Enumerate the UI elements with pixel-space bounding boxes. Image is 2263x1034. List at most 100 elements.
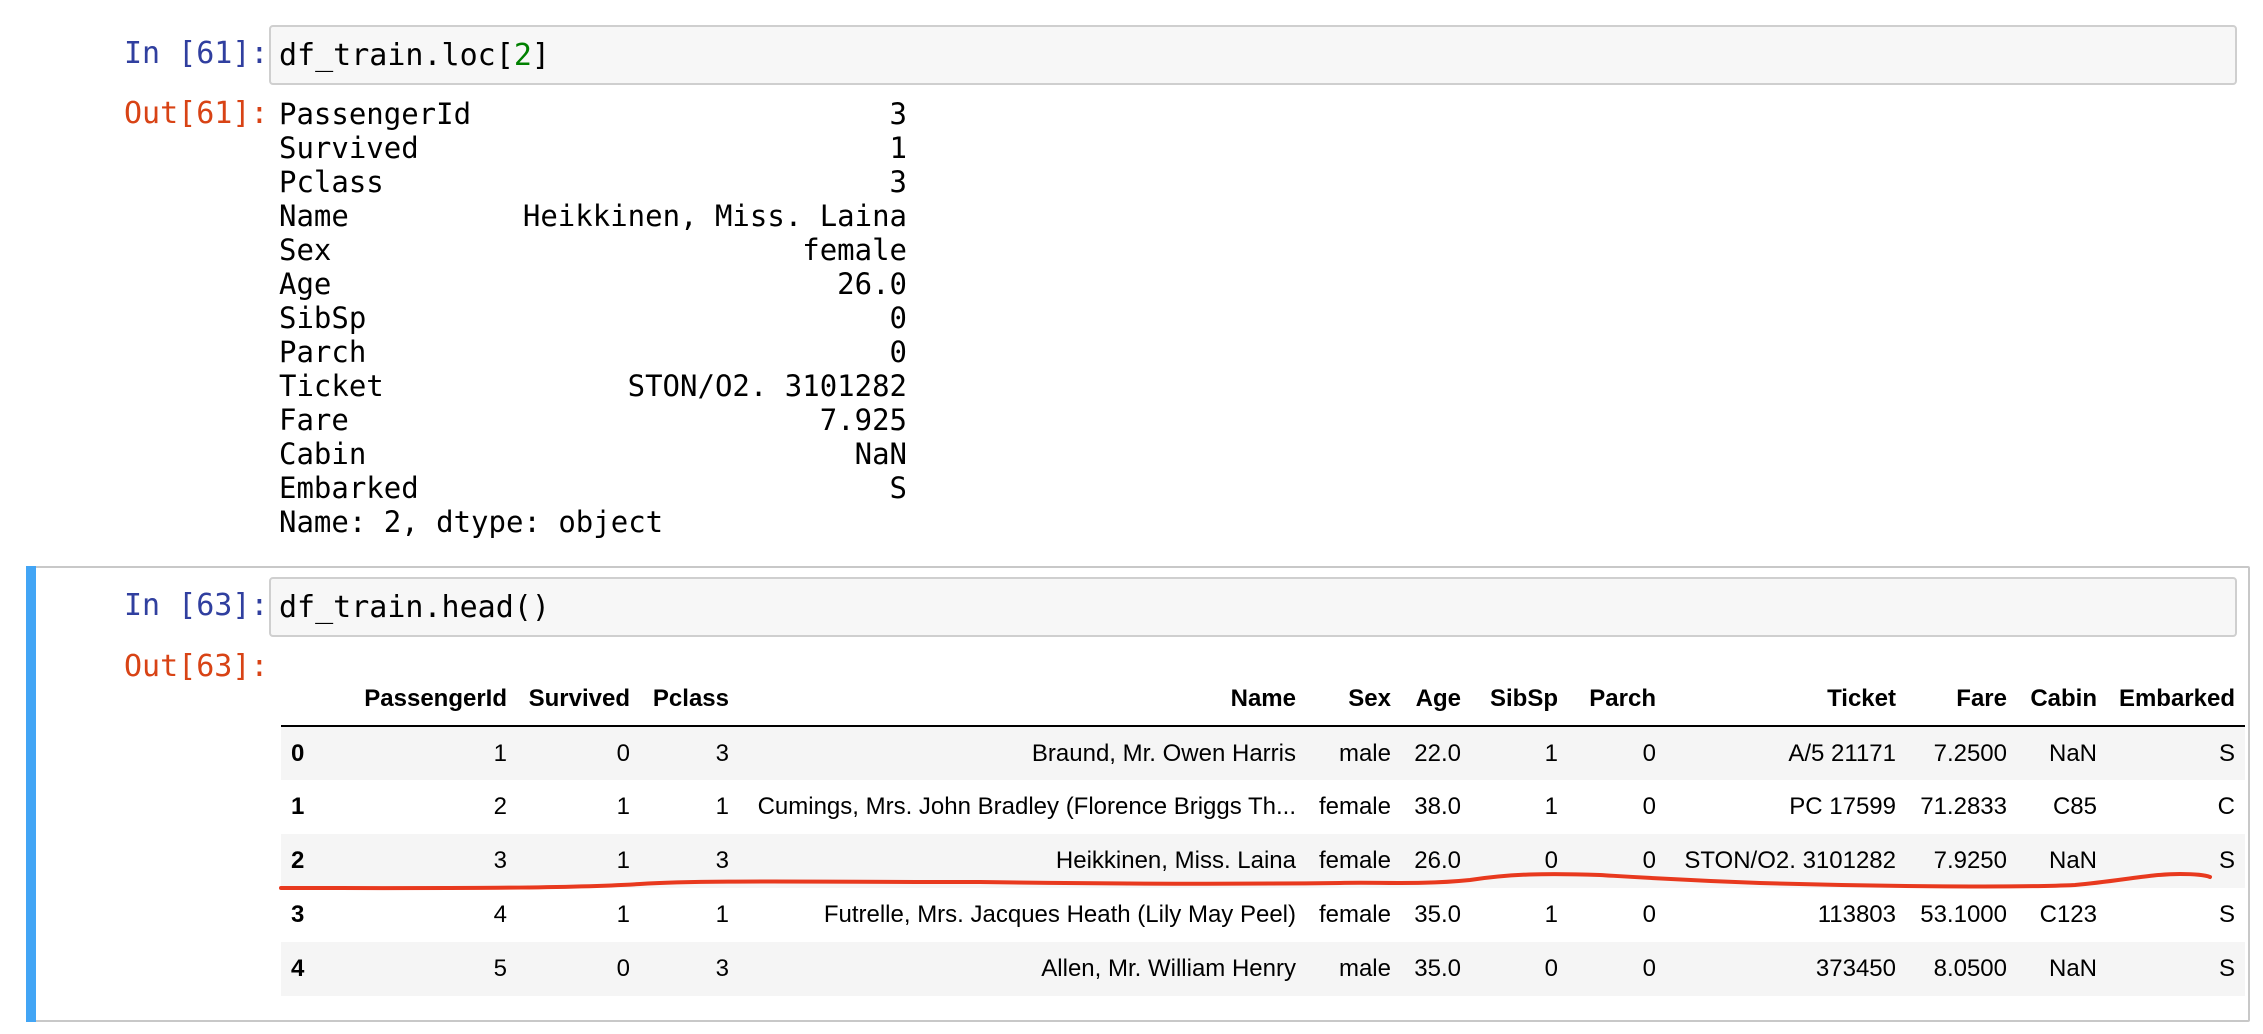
series-key: Cabin (279, 437, 367, 471)
table-cell: Futrelle, Mrs. Jacques Heath (Lily May P… (823, 901, 1296, 928)
table-cell: 0 (616, 955, 630, 982)
series-row: Fare 7.925 (279, 403, 907, 437)
column-header: Cabin (2017, 673, 2107, 727)
series-value: 0 (889, 335, 907, 369)
table-body: 0 1 0 3 Braund, Mr. Owen Harris male 22.0 1 0 A/5… (281, 726, 2245, 996)
table-cell: 113803 (1817, 901, 1896, 928)
table-cell: 0 (1642, 901, 1656, 928)
series-key: Sex (279, 233, 332, 267)
code-input-63[interactable]: df_train.head() (269, 577, 2237, 637)
dataframe-table: PassengerId Survived Pclass Name Sex Age SibSp… (281, 673, 2245, 996)
table-cell: Cumings, Mrs. John Bradley (Florence Bri… (757, 793, 1296, 820)
table-cell: 0 (1642, 739, 1656, 767)
table-cell: 1 (1544, 793, 1558, 820)
series-row: Embarked S (279, 471, 907, 505)
table-cell: 71.2833 (1920, 793, 2007, 820)
series-value: 0 (889, 301, 907, 335)
table-cell: C85 (2052, 793, 2097, 820)
column-header: Sex (1306, 673, 1401, 727)
table-cell: 0 (1544, 847, 1558, 874)
table-cell: 7.9250 (1933, 847, 2007, 874)
table-cell: 0 (616, 739, 630, 767)
column-header: Age (1401, 673, 1471, 727)
table-row: 1 2 1 1 Cumings, Mrs. John Bradley (Florence… (281, 780, 2245, 834)
series-row: Parch 0 (279, 335, 907, 369)
input-prompt-63: In [63]: (124, 588, 269, 623)
code-prefix: df_train.loc[ (279, 38, 514, 73)
table-cell: 3 (493, 847, 507, 874)
table-cell: 373450 (1815, 955, 1896, 982)
column-header: Pclass (640, 673, 739, 727)
table-cell: 26.0 (1414, 847, 1461, 874)
series-value: female (802, 233, 907, 267)
table-cell: 3 (715, 847, 729, 874)
table-cell: 1 (1544, 901, 1558, 928)
series-key: Embarked (279, 471, 419, 505)
column-header: Parch (1568, 673, 1666, 727)
table-cell: NaN (2048, 739, 2097, 767)
table-row: 2 3 1 3 Heikkinen, Miss. Laina female 26.0 0 0 ST… (281, 834, 2245, 888)
series-value: 3 (889, 165, 907, 199)
row-index: 4 (291, 955, 305, 982)
series-output: PassengerId 3 Survived 1 Pclass 3 Name Heikkine… (279, 97, 907, 539)
series-key: Parch (279, 335, 367, 369)
series-key: Ticket (279, 369, 384, 403)
series-row: Name Heikkinen, Miss. Laina (279, 199, 907, 233)
row-index: 2 (291, 847, 305, 874)
table-cell: 5 (493, 955, 507, 982)
table-cell: 35.0 (1414, 955, 1461, 982)
column-header: Survived (517, 673, 640, 727)
series-key: Name (279, 199, 349, 233)
table-cell: PC 17599 (1789, 793, 1896, 820)
table-cell: C123 (2039, 901, 2097, 928)
series-key: PassengerId (279, 97, 472, 131)
series-key: SibSp (279, 301, 367, 335)
table-row: 4 5 0 3 Allen, Mr. William Henry male 35.0 0 0 37… (281, 942, 2245, 996)
table-cell: 1 (616, 847, 630, 874)
column-header: PassengerId (322, 673, 517, 727)
table-cell: STON/O2. 3101282 (1684, 847, 1896, 874)
series-row: Sex female (279, 233, 907, 267)
output-prompt-61: Out[61]: (124, 96, 269, 131)
column-header (281, 673, 322, 727)
table-cell: male (1338, 739, 1391, 767)
series-row: Pclass 3 (279, 165, 907, 199)
series-key: Age (279, 267, 332, 301)
table-cell: 0 (1642, 793, 1656, 820)
code-input-61[interactable]: df_train.loc[2] (269, 25, 2237, 85)
column-header: SibSp (1471, 673, 1568, 727)
table-cell: NaN (2048, 847, 2097, 874)
code-number: 2 (513, 38, 532, 73)
series-footer: Name: 2, dtype: object (279, 505, 664, 539)
table-cell: Braund, Mr. Owen Harris (1031, 739, 1296, 767)
notebook: In [61]: df_train.loc[2] Out[61]: Passen… (0, 0, 2263, 1034)
table-cell: 3 (715, 955, 729, 982)
series-value: 1 (889, 131, 907, 165)
table-cell: 1 (616, 793, 630, 820)
table-cell: 1 (715, 793, 729, 820)
table-header-row: PassengerId Survived Pclass Name Sex Age SibSp… (281, 673, 2245, 727)
table-cell: 0 (1544, 955, 1558, 982)
column-header: Fare (1906, 673, 2017, 727)
series-row: SibSp 0 (279, 301, 907, 335)
series-value: S (889, 471, 907, 505)
series-value: STON/O2. 3101282 (627, 369, 907, 403)
column-header: Ticket (1666, 673, 1906, 727)
series-row: Age 26.0 (279, 267, 907, 301)
table-cell: male (1338, 955, 1391, 982)
table-cell: 3 (715, 739, 729, 767)
table-cell: 35.0 (1414, 901, 1461, 928)
table-cell: 38.0 (1414, 793, 1461, 820)
table-cell: 0 (1642, 955, 1656, 982)
series-value: 7.925 (819, 403, 907, 437)
table-cell: 0 (1642, 847, 1656, 874)
selected-cell-indicator (26, 566, 36, 1022)
table-cell: S (2218, 739, 2235, 767)
table-cell: female (1318, 901, 1391, 928)
column-header: Name (739, 673, 1306, 727)
series-key: Fare (279, 403, 349, 437)
column-header: Embarked (2107, 673, 2245, 727)
table-cell: 1 (1544, 739, 1558, 767)
series-key: Pclass (279, 165, 384, 199)
series-row: PassengerId 3 (279, 97, 907, 131)
